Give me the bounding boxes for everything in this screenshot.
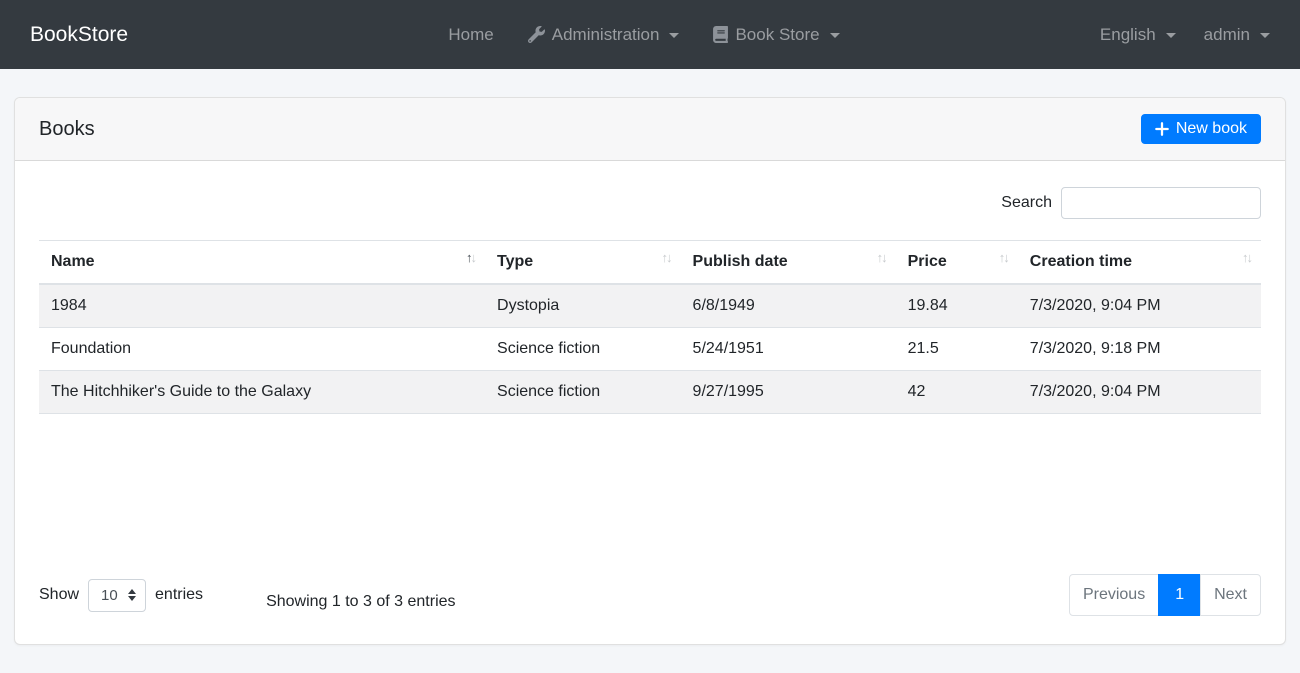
nav-item-home-label: Home xyxy=(448,25,493,45)
book-icon xyxy=(713,26,728,43)
table-row[interactable]: 1984 Dystopia 6/8/1949 19.84 7/3/2020, 9… xyxy=(39,284,1261,328)
page-length-control: Show 10 entries xyxy=(39,579,203,612)
new-book-button[interactable]: New book xyxy=(1141,114,1261,144)
cell-creation-time: 7/3/2020, 9:04 PM xyxy=(1018,371,1261,414)
cell-creation-time: 7/3/2020, 9:04 PM xyxy=(1018,284,1261,328)
cell-type: Science fiction xyxy=(485,371,681,414)
sort-up-down-icon: ↑↓ xyxy=(1242,250,1251,265)
cell-publish-date: 5/24/1951 xyxy=(681,328,896,371)
sort-up-down-icon: ↑↓ xyxy=(662,250,671,265)
sort-up-down-icon: ↑↓ xyxy=(877,250,886,265)
chevron-down-icon xyxy=(1166,33,1176,38)
chevron-down-icon xyxy=(1260,33,1270,38)
pagination-next[interactable]: Next xyxy=(1200,574,1261,616)
page-content: Books New book Search Name ↑↓ xyxy=(0,69,1300,673)
select-up-down-icon xyxy=(128,589,136,601)
nav-item-home[interactable]: Home xyxy=(448,25,493,45)
cell-price: 19.84 xyxy=(896,284,1018,328)
cell-type: Dystopia xyxy=(485,284,681,328)
column-header-type[interactable]: Type ↑↓ xyxy=(485,241,681,285)
search-label: Search xyxy=(1001,194,1052,212)
nav-item-book-store[interactable]: Book Store xyxy=(713,25,839,45)
table-row[interactable]: The Hitchhiker's Guide to the Galaxy Sci… xyxy=(39,371,1261,414)
column-header-publish-date[interactable]: Publish date ↑↓ xyxy=(681,241,896,285)
cell-name: The Hitchhiker's Guide to the Galaxy xyxy=(39,371,485,414)
chevron-down-icon xyxy=(830,33,840,38)
cell-name: 1984 xyxy=(39,284,485,328)
pagination-previous[interactable]: Previous xyxy=(1069,574,1159,616)
chevron-down-icon xyxy=(669,33,679,38)
cell-price: 42 xyxy=(896,371,1018,414)
table-row[interactable]: Foundation Science fiction 5/24/1951 21.… xyxy=(39,328,1261,371)
table-footer: Show 10 entries Showing 1 to 3 of 3 entr… xyxy=(39,574,1261,616)
language-dropdown[interactable]: English xyxy=(1100,25,1176,45)
table-spacer xyxy=(39,414,1261,574)
show-label: Show xyxy=(39,586,79,604)
books-table: Name ↑↓ Type ↑↓ Publish date ↑↓ Price xyxy=(39,240,1261,414)
column-header-creation-time[interactable]: Creation time ↑↓ xyxy=(1018,241,1261,285)
search-row: Search xyxy=(39,187,1261,219)
table-header: Name ↑↓ Type ↑↓ Publish date ↑↓ Price xyxy=(39,241,1261,285)
cell-price: 21.5 xyxy=(896,328,1018,371)
card-header: Books New book xyxy=(15,98,1285,161)
column-header-price[interactable]: Price ↑↓ xyxy=(896,241,1018,285)
card-body: Search Name ↑↓ Type ↑↓ xyxy=(15,161,1285,644)
page-size-select[interactable]: 10 xyxy=(88,579,146,612)
sort-up-down-icon: ↑↓ xyxy=(466,250,475,265)
table-info: Showing 1 to 3 of 3 entries xyxy=(266,579,455,611)
entries-label: entries xyxy=(155,586,203,604)
page-title: Books xyxy=(39,118,95,141)
nav-item-administration-label: Administration xyxy=(552,25,660,45)
nav-item-administration[interactable]: Administration xyxy=(528,25,680,45)
sort-up-down-icon: ↑↓ xyxy=(999,250,1008,265)
search-input[interactable] xyxy=(1061,187,1261,219)
cell-publish-date: 9/27/1995 xyxy=(681,371,896,414)
page-size-value: 10 xyxy=(101,587,118,604)
new-book-button-label: New book xyxy=(1176,120,1247,138)
language-dropdown-label: English xyxy=(1100,25,1156,45)
navbar-main-menu: Home Administration Book Store xyxy=(388,25,839,45)
wrench-icon xyxy=(528,26,545,43)
cell-creation-time: 7/3/2020, 9:18 PM xyxy=(1018,328,1261,371)
user-dropdown-label: admin xyxy=(1204,25,1250,45)
pagination-page-1[interactable]: 1 xyxy=(1158,574,1201,616)
navbar-brand[interactable]: BookStore xyxy=(30,23,128,47)
table-body: 1984 Dystopia 6/8/1949 19.84 7/3/2020, 9… xyxy=(39,284,1261,414)
column-header-name[interactable]: Name ↑↓ xyxy=(39,241,485,285)
cell-type: Science fiction xyxy=(485,328,681,371)
user-dropdown[interactable]: admin xyxy=(1204,25,1270,45)
cell-name: Foundation xyxy=(39,328,485,371)
cell-publish-date: 6/8/1949 xyxy=(681,284,896,328)
books-card: Books New book Search Name ↑↓ xyxy=(14,97,1286,645)
navbar: BookStore Home Administration Book Store… xyxy=(0,0,1300,69)
nav-item-book-store-label: Book Store xyxy=(735,25,819,45)
navbar-right-menu: English admin xyxy=(1100,25,1270,45)
table-header-row: Name ↑↓ Type ↑↓ Publish date ↑↓ Price xyxy=(39,241,1261,285)
pagination: Previous 1 Next xyxy=(1069,574,1261,616)
plus-icon xyxy=(1155,122,1169,136)
